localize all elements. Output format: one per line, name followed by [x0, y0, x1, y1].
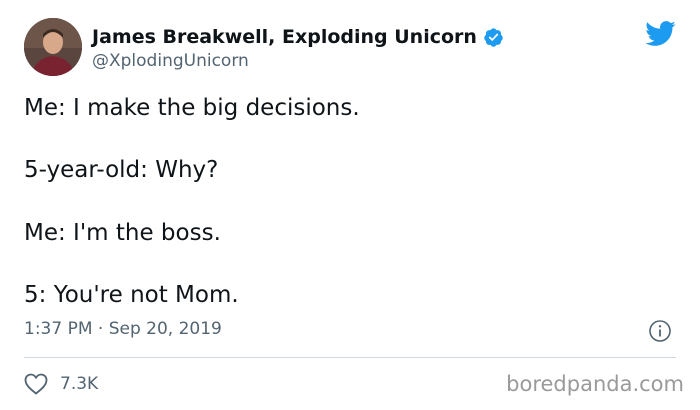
- verified-badge-icon: [484, 27, 503, 47]
- tweet-text-line: 5: You're not Mom.: [24, 282, 239, 308]
- author-display-name[interactable]: James Breakwell, Exploding Unicorn: [92, 26, 477, 48]
- like-count: 7.3K: [60, 374, 99, 394]
- info-icon[interactable]: [648, 319, 672, 343]
- like-button[interactable]: 7.3K: [24, 371, 98, 397]
- avatar[interactable]: [24, 18, 82, 76]
- heart-icon: [24, 373, 48, 395]
- tweet-text-line: 5-year-old: Why?: [24, 157, 219, 183]
- tweet-text-line: Me: I'm the boss.: [24, 220, 221, 246]
- author-handle[interactable]: @XplodingUnicorn: [92, 51, 249, 71]
- twitter-bird-icon[interactable]: [644, 20, 676, 47]
- author-name-row: James Breakwell, Exploding Unicorn: [92, 24, 504, 50]
- tweet-card: James Breakwell, Exploding Unicorn @Xplo…: [0, 0, 700, 410]
- tweet-text-line: Me: I make the big decisions.: [24, 95, 360, 121]
- tweet-timestamp[interactable]: 1:37 PM · Sep 20, 2019: [24, 319, 222, 339]
- watermark: boredpanda.com: [506, 372, 684, 396]
- divider: [24, 357, 676, 358]
